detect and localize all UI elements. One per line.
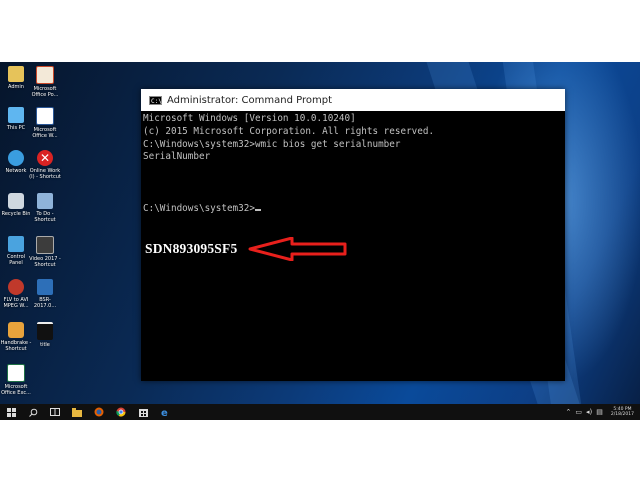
volume-icon[interactable]: ◂) — [586, 408, 592, 416]
start-icon[interactable] — [4, 405, 18, 419]
notification-icon[interactable]: ▤ — [596, 408, 603, 416]
console-prompt-line: C:\Windows\system32> — [143, 203, 434, 216]
clock-date: 2/18/2017 — [610, 412, 634, 417]
chevron-up-icon[interactable]: ⌃ — [566, 408, 572, 416]
cmd-icon: C:\. — [149, 95, 166, 105]
bsr-icon — [37, 279, 53, 295]
desktop-icon-todo[interactable]: To Do - Shortcut — [29, 193, 61, 223]
desktop-icon-online-work[interactable]: ✕ Online Work (I) - Shortcut — [29, 150, 61, 180]
console-prompt: C:\Windows\system32> — [143, 202, 255, 214]
desktop-icon-powerpoint[interactable]: Microsoft Office Po... — [29, 66, 61, 98]
console-line: SerialNumber — [143, 151, 211, 163]
converter-icon — [8, 279, 24, 295]
clock[interactable]: 5:40 PM 2/18/2017 — [611, 407, 634, 418]
network-icon — [8, 150, 24, 166]
desktop-icon-network[interactable]: Network — [0, 150, 32, 174]
recycle-bin-icon — [8, 193, 24, 209]
search-icon[interactable] — [26, 405, 40, 419]
window-title: Administrator: Command Prompt — [167, 94, 332, 106]
user-folder-icon — [8, 66, 24, 82]
desktop-icon-title[interactable]: title — [29, 322, 61, 348]
powerpoint-icon — [36, 66, 54, 84]
desktop-icon-flv-converter[interactable]: FLV to AVI MPEG W... — [0, 279, 32, 309]
taskbar: e ⌃ ▭ ◂) ▤ 5:40 PM 2/18/2017 — [0, 404, 640, 420]
desktop-icon-recycle-bin[interactable]: Recycle Bin — [0, 193, 32, 217]
console-output[interactable]: Microsoft Windows [Version 10.0.10240] (c… — [143, 113, 434, 215]
chrome-icon[interactable] — [114, 405, 128, 419]
desktop-icon-video[interactable]: Video 2017 - Shortcut — [29, 236, 61, 268]
arrow-shape — [248, 237, 347, 261]
desktop-icon-bsr[interactable]: BSR-2017.0... — [29, 279, 61, 309]
folder-icon[interactable] — [70, 405, 84, 419]
firefox-icon[interactable] — [92, 405, 106, 419]
handbrake-icon — [8, 322, 24, 338]
desktop-icon-word[interactable]: Microsoft Office W... — [29, 107, 61, 139]
text-cursor — [254, 208, 261, 211]
system-tray: ⌃ ▭ ◂) ▤ 5:40 PM 2/18/2017 — [564, 404, 634, 420]
serial-number-value: SDN893095SF5 — [145, 241, 238, 256]
control-panel-icon — [8, 236, 24, 252]
task-view-icon[interactable] — [48, 405, 62, 419]
store-icon[interactable] — [136, 405, 150, 419]
video-icon — [36, 236, 54, 254]
console-line: (c) 2015 Microsoft Corporation. All righ… — [143, 125, 435, 137]
console-line: Microsoft Windows [Version 10.0.10240] — [143, 113, 356, 124]
network-status-icon[interactable]: ▭ — [575, 408, 582, 416]
desktop-icon-handbrake[interactable]: Handbrake - Shortcut — [0, 322, 32, 352]
window-titlebar[interactable]: C:\. Administrator: Command Prompt — [141, 89, 565, 111]
computer-icon — [8, 107, 24, 123]
desktop-icon-excel[interactable]: Microsoft Office Exc... — [0, 364, 32, 396]
edge-icon[interactable]: e — [158, 405, 172, 419]
command-prompt-window[interactable]: C:\. Administrator: Command Prompt Micro… — [141, 89, 565, 381]
red-x-icon: ✕ — [37, 150, 53, 166]
desktop-icon-control-panel[interactable]: Control Panel — [0, 236, 32, 266]
todo-icon — [37, 193, 53, 209]
red-arrow-annotation — [248, 237, 347, 261]
desktop-icon-this-pc[interactable]: This PC — [0, 107, 32, 131]
title-file-icon — [37, 322, 53, 340]
excel-icon — [7, 364, 25, 382]
svg-text:e: e — [161, 408, 168, 417]
word-icon — [36, 107, 54, 125]
console-line: C:\Windows\system32>wmic bios get serial… — [143, 138, 401, 150]
desktop: Admin Microsoft Office Po... This PC Mic… — [0, 62, 640, 420]
desktop-icon-admin[interactable]: Admin — [0, 66, 32, 90]
